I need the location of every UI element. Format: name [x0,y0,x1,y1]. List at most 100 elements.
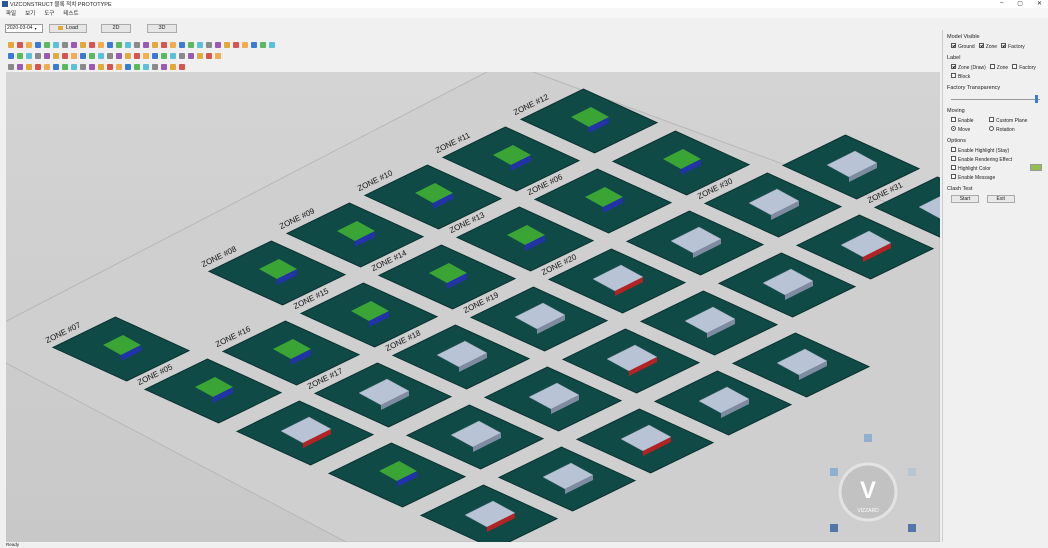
tool-button-icon[interactable] [125,64,131,70]
tool-button-icon[interactable] [89,53,95,59]
ground-checkbox[interactable]: Ground [951,43,975,50]
nav-cube-bottom-right[interactable] [908,524,916,532]
tool-button-icon[interactable] [26,53,32,59]
tool-button-icon[interactable] [80,42,86,48]
zone-label-checkbox[interactable]: Zone [989,64,1008,71]
tool-button-icon[interactable] [17,42,23,48]
tool-button-icon[interactable] [134,64,140,70]
tool-button-icon[interactable] [98,42,104,48]
tool-button-icon[interactable] [179,42,185,48]
tool-button-icon[interactable] [161,53,167,59]
tool-button-icon[interactable] [71,42,77,48]
slider-thumb[interactable] [1035,95,1039,103]
nav-cube-top[interactable] [864,434,872,442]
transparency-slider[interactable] [951,95,1040,103]
tool-button-icon[interactable] [17,64,23,70]
custom-plane-checkbox[interactable]: Custom Plane [989,117,1027,124]
tool-button-icon[interactable] [44,42,50,48]
factory-checkbox[interactable]: Factory [1001,43,1025,50]
tool-button-icon[interactable] [8,42,14,48]
tool-button-icon[interactable] [215,42,221,48]
highlight-stay-checkbox[interactable]: Enable Highlight (Stay) [951,147,1009,154]
tool-button-icon[interactable] [116,64,122,70]
tool-button-icon[interactable] [152,53,158,59]
enable-message-checkbox[interactable]: Enable Message [951,174,995,181]
zone-checkbox[interactable]: Zone [978,43,997,50]
tool-button-icon[interactable] [116,53,122,59]
tool-button-icon[interactable] [206,42,212,48]
nav-cube-bottom-left[interactable] [830,524,838,532]
close-button[interactable]: ✕ [1037,0,1042,7]
tool-button-icon[interactable] [125,53,131,59]
tool-button-icon[interactable] [143,64,149,70]
tool-button-icon[interactable] [233,42,239,48]
rotation-radio[interactable]: Rotation [989,126,1015,133]
zone-draw-checkbox[interactable]: Zone (Draw) [951,64,986,71]
tool-button-icon[interactable] [197,53,203,59]
tool-button-icon[interactable] [179,53,185,59]
move-radio[interactable]: Move [951,126,985,133]
3d-viewport[interactable]: ZONE #12 ZONE #11 ZONE #10 ZONE #09 ZONE #13… [6,72,940,542]
tool-button-icon[interactable] [53,42,59,48]
tool-button-icon[interactable] [35,42,41,48]
tool-button-icon[interactable] [62,64,68,70]
tool-button-icon[interactable] [143,53,149,59]
tool-button-icon[interactable] [107,64,113,70]
load-button[interactable]: Load [49,23,87,33]
menu-view[interactable]: 보기 [25,9,35,17]
tool-button-icon[interactable] [80,53,86,59]
tool-button-icon[interactable] [251,42,257,48]
tool-button-icon[interactable] [17,53,23,59]
menu-file[interactable]: 파일 [6,9,16,17]
clash-start-button[interactable]: Start [951,195,979,203]
block-label-checkbox[interactable]: Block [951,73,970,80]
nav-cube-right[interactable] [908,468,916,476]
tool-button-icon[interactable] [188,53,194,59]
tool-button-icon[interactable] [107,42,113,48]
tool-button-icon[interactable] [116,42,122,48]
tool-button-icon[interactable] [53,53,59,59]
tool-button-icon[interactable] [62,42,68,48]
tool-button-icon[interactable] [161,64,167,70]
maximize-button[interactable]: ▢ [1017,0,1023,7]
calendar-dropdown-icon[interactable]: ▾ [35,26,37,31]
tool-button-icon[interactable] [62,53,68,59]
tool-button-icon[interactable] [134,53,140,59]
minimize-button[interactable]: – [1000,0,1003,7]
tool-button-icon[interactable] [152,42,158,48]
tool-button-icon[interactable] [269,42,275,48]
tool-button-icon[interactable] [260,42,266,48]
tool-button-icon[interactable] [170,42,176,48]
tool-button-icon[interactable] [8,53,14,59]
date-picker[interactable]: 2020-03-04 ▾ [5,23,43,33]
menu-test[interactable]: 테스트 [63,9,78,17]
tool-button-icon[interactable] [35,64,41,70]
yard-scene[interactable]: ZONE #12ZONE #11ZONE #10ZONE #09 ZONE #13… [6,72,940,542]
tool-button-icon[interactable] [161,42,167,48]
tool-button-icon[interactable] [98,64,104,70]
tool-button-icon[interactable] [179,64,185,70]
view-3d-button[interactable]: 3D [147,23,177,33]
tool-button-icon[interactable] [53,64,59,70]
tool-button-icon[interactable] [98,53,104,59]
tool-button-icon[interactable] [170,53,176,59]
tool-button-icon[interactable] [71,53,77,59]
tool-button-icon[interactable] [71,64,77,70]
tool-button-icon[interactable] [215,53,221,59]
enable-moving-checkbox[interactable]: Enable [951,117,985,124]
factory-label-checkbox[interactable]: Factory [1012,64,1036,71]
tool-button-icon[interactable] [89,64,95,70]
tool-button-icon[interactable] [188,42,194,48]
menu-tools[interactable]: 도구 [44,9,54,17]
tool-button-icon[interactable] [107,53,113,59]
tool-button-icon[interactable] [134,42,140,48]
clash-exit-button[interactable]: Exit [986,195,1015,203]
tool-button-icon[interactable] [197,42,203,48]
nav-cube-left[interactable] [830,468,838,476]
rendering-effect-checkbox[interactable]: Enable Rendering Effect [951,156,1012,163]
tool-button-icon[interactable] [206,53,212,59]
tool-button-icon[interactable] [8,64,14,70]
view-2d-button[interactable]: 2D [101,23,131,33]
tool-button-icon[interactable] [143,42,149,48]
tool-button-icon[interactable] [44,53,50,59]
